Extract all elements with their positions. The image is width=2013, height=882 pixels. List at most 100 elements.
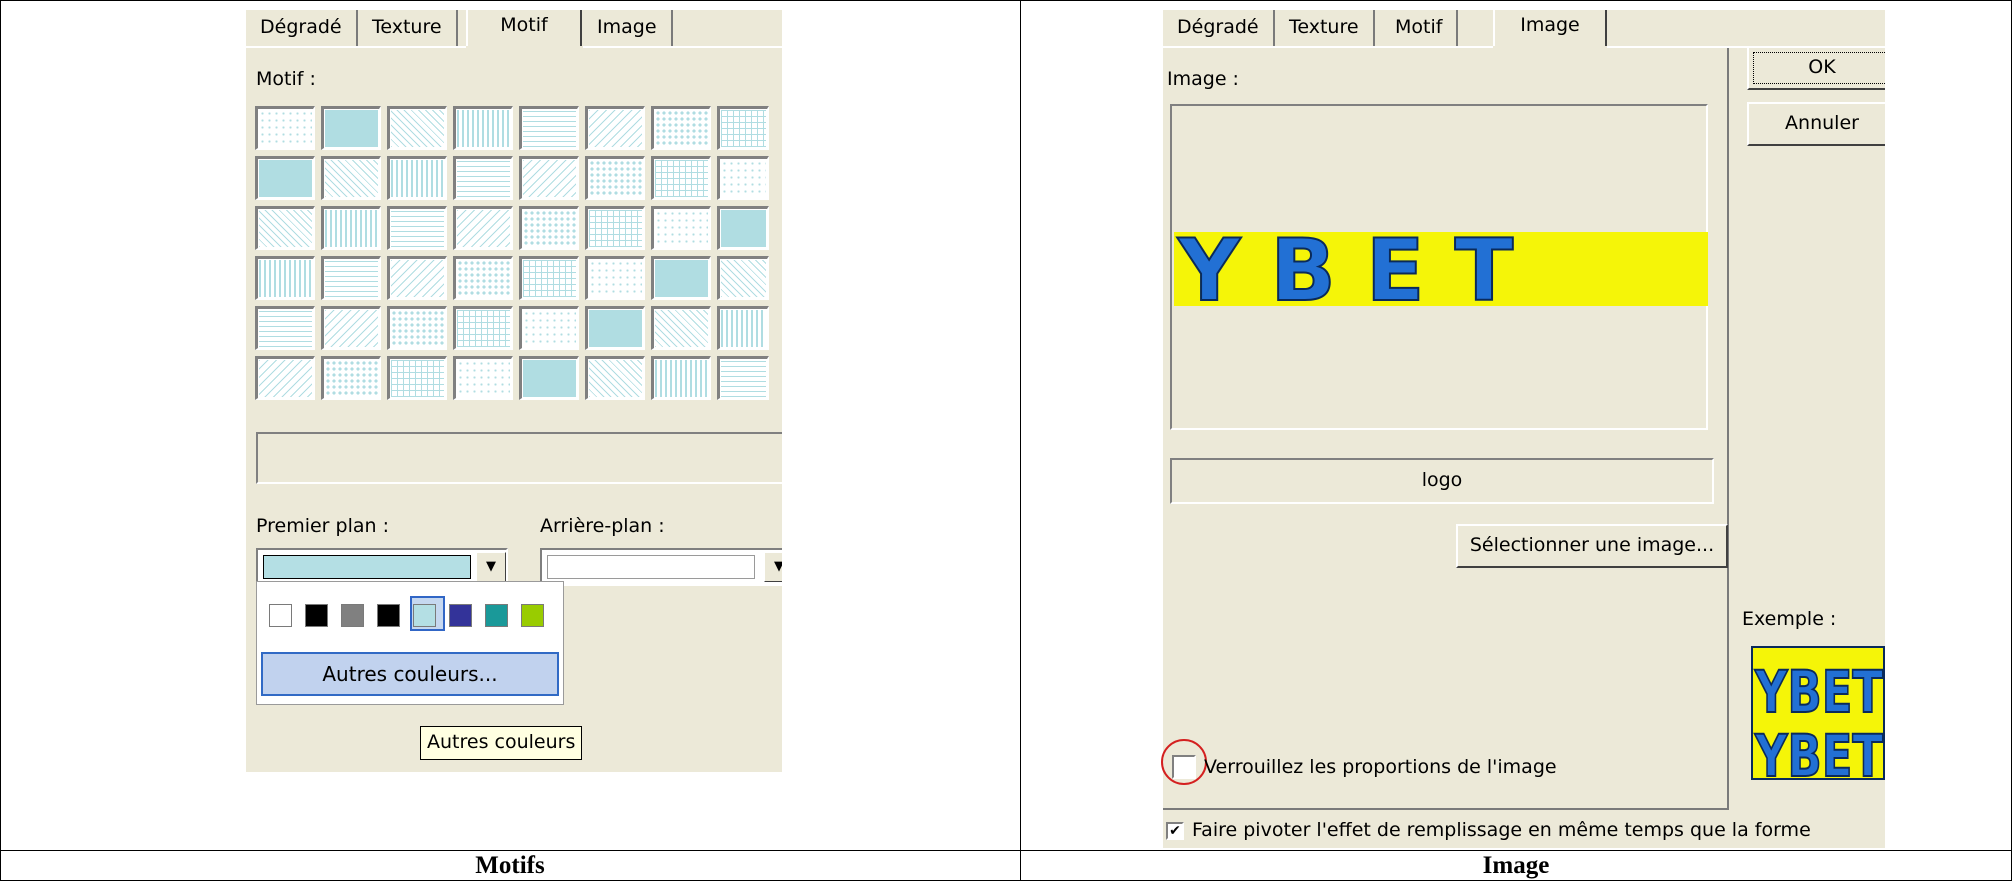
pattern-swatch[interactable] [255, 106, 315, 150]
pattern-swatch[interactable] [453, 306, 513, 350]
color-swatch[interactable] [449, 604, 472, 627]
pattern-swatch[interactable] [255, 156, 315, 200]
tab-motif[interactable]: Motif [466, 10, 582, 46]
tab-texture[interactable]: Texture [358, 10, 458, 46]
pattern-swatch[interactable] [651, 106, 711, 150]
pattern-swatch[interactable] [519, 306, 579, 350]
pattern-swatch[interactable] [321, 256, 381, 300]
pattern-swatch[interactable] [651, 156, 711, 200]
select-image-button[interactable]: Sélectionner une image... [1456, 524, 1728, 568]
tooltip: Autres couleurs [420, 726, 583, 760]
pattern-fill [589, 210, 642, 247]
pattern-swatch[interactable] [519, 256, 579, 300]
pattern-swatch[interactable] [255, 256, 315, 300]
pattern-swatch[interactable] [255, 356, 315, 400]
color-swatch[interactable] [269, 604, 292, 627]
pattern-fill [655, 360, 708, 397]
pattern-fill [523, 110, 576, 147]
pattern-swatch[interactable] [717, 206, 769, 250]
color-swatch[interactable] [341, 604, 364, 627]
pattern-swatch[interactable] [519, 156, 579, 200]
pattern-swatch[interactable] [717, 106, 769, 150]
tab-degrade[interactable]: Dégradé [246, 10, 358, 46]
pattern-swatch[interactable] [321, 156, 381, 200]
tab-image[interactable]: Image [1493, 10, 1607, 46]
tab-degrade[interactable]: Dégradé [1163, 10, 1275, 46]
pattern-swatch[interactable] [387, 356, 447, 400]
pattern-swatch[interactable] [585, 356, 645, 400]
pattern-swatch[interactable] [453, 256, 513, 300]
pattern-fill [259, 260, 312, 297]
color-swatch[interactable] [413, 604, 436, 627]
pattern-swatch[interactable] [717, 156, 769, 200]
tab-texture[interactable]: Texture [1275, 10, 1375, 46]
chevron-down-icon[interactable]: ▼ [764, 552, 782, 582]
background-color-combo[interactable]: ▼ [540, 548, 782, 586]
pattern-swatch[interactable] [387, 106, 447, 150]
table-divider [1020, 0, 1021, 881]
pattern-swatch[interactable] [651, 206, 711, 250]
pattern-swatch[interactable] [519, 206, 579, 250]
pattern-swatch[interactable] [453, 156, 513, 200]
pattern-swatch[interactable] [585, 106, 645, 150]
pattern-swatch[interactable] [717, 256, 769, 300]
pattern-fill [523, 360, 576, 397]
more-colors-button[interactable]: Autres couleurs... [261, 652, 559, 696]
rotate-fill-checkbox[interactable]: ✔ [1166, 822, 1184, 840]
example-label: Exemple : [1742, 608, 1837, 630]
tab-image[interactable]: Image [583, 10, 673, 46]
ok-button[interactable]: OK [1747, 46, 1885, 90]
pattern-fill [325, 360, 378, 397]
pattern-swatch[interactable] [255, 306, 315, 350]
pattern-swatch[interactable] [651, 256, 711, 300]
pattern-fill [721, 310, 766, 347]
pattern-swatch[interactable] [387, 306, 447, 350]
tab-underline [1163, 46, 1493, 48]
pattern-swatch[interactable] [519, 106, 579, 150]
pattern-swatch[interactable] [453, 356, 513, 400]
pattern-swatch[interactable] [651, 306, 711, 350]
pattern-swatch[interactable] [453, 106, 513, 150]
pattern-fill [259, 360, 312, 397]
foreground-color-preview [263, 555, 471, 579]
pattern-swatch[interactable] [387, 256, 447, 300]
pattern-swatch[interactable] [717, 356, 769, 400]
pattern-fill [457, 160, 510, 197]
pattern-swatch[interactable] [255, 206, 315, 250]
pattern-fill [259, 310, 312, 347]
pattern-swatch[interactable] [321, 306, 381, 350]
pattern-swatch[interactable] [519, 356, 579, 400]
color-swatch[interactable] [485, 604, 508, 627]
pattern-fill [457, 110, 510, 147]
rotate-fill-label: Faire pivoter l'effet de remplissage en … [1192, 819, 1811, 841]
pattern-swatch[interactable] [585, 306, 645, 350]
background-label: Arrière-plan : [540, 515, 665, 537]
pattern-fill [325, 210, 378, 247]
example-logo-text-top: YBET [1754, 658, 1883, 726]
pattern-swatch[interactable] [585, 156, 645, 200]
pattern-swatch[interactable] [321, 356, 381, 400]
pattern-swatch[interactable] [321, 206, 381, 250]
tab-motif[interactable]: Motif [1381, 10, 1459, 46]
pattern-fill [457, 260, 510, 297]
pattern-swatch[interactable] [321, 106, 381, 150]
pattern-swatch[interactable] [717, 306, 769, 350]
pattern-swatch[interactable] [453, 206, 513, 250]
pattern-fill [391, 310, 444, 347]
pattern-swatch[interactable] [651, 356, 711, 400]
pattern-swatch[interactable] [387, 156, 447, 200]
pattern-swatch[interactable] [585, 256, 645, 300]
example-logo-text-bottom: YBET [1754, 722, 1883, 780]
color-swatch[interactable] [377, 604, 400, 627]
example-logo-icon: YBET YBET [1753, 657, 1883, 780]
chevron-down-icon[interactable]: ▼ [476, 552, 506, 582]
pattern-fill [721, 260, 766, 297]
pattern-swatch[interactable] [387, 206, 447, 250]
tab-panel-right-edge [1727, 48, 1729, 808]
pattern-swatch[interactable] [585, 206, 645, 250]
color-swatch[interactable] [521, 604, 544, 627]
color-swatch[interactable] [305, 604, 328, 627]
tab-underline [246, 46, 466, 48]
cancel-button[interactable]: Annuler [1747, 102, 1885, 146]
pattern-fill [457, 210, 510, 247]
